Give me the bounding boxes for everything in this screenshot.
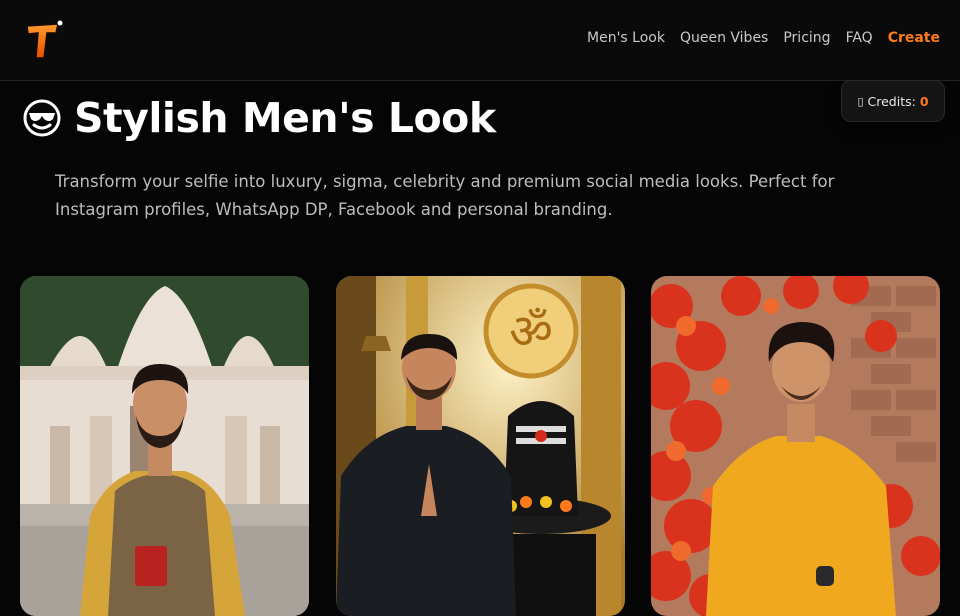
logo-icon [26, 20, 63, 59]
nav-create[interactable]: Create [888, 30, 940, 46]
page-heading: Stylish Men's Look [74, 94, 496, 142]
nav-pricing[interactable]: Pricing [783, 30, 830, 46]
nav-queen-vibes[interactable]: Queen Vibes [680, 30, 768, 46]
page-title: Stylish Men's Look [22, 94, 496, 142]
page-description: Transform your selfie into luxury, sigma… [55, 172, 835, 219]
portrait-image: ॐ [336, 276, 625, 616]
nav-mens-look[interactable]: Men's Look [587, 30, 665, 46]
portrait-image [651, 276, 940, 616]
navbar: Men's Look Queen Vibes Pricing FAQ Creat… [0, 0, 960, 81]
gallery-card-temple[interactable] [20, 276, 309, 616]
nav-faq[interactable]: FAQ [846, 30, 873, 46]
nav-links: Men's Look Queen Vibes Pricing FAQ Creat… [587, 30, 940, 46]
smiling-face-with-sunglasses-icon [23, 99, 61, 137]
svg-text:ॐ: ॐ [509, 304, 553, 360]
credits-value: 0 [919, 93, 929, 109]
gallery-card-prayer[interactable]: ॐ [336, 276, 625, 616]
credits-badge[interactable]: ▯ Credits: 0 [841, 80, 945, 122]
portrait-image [20, 276, 309, 616]
coin-icon: ▯ [857, 94, 864, 108]
credits-label: Credits: [867, 93, 916, 109]
gallery-card-leaves[interactable] [651, 276, 940, 616]
logo[interactable] [24, 18, 64, 62]
